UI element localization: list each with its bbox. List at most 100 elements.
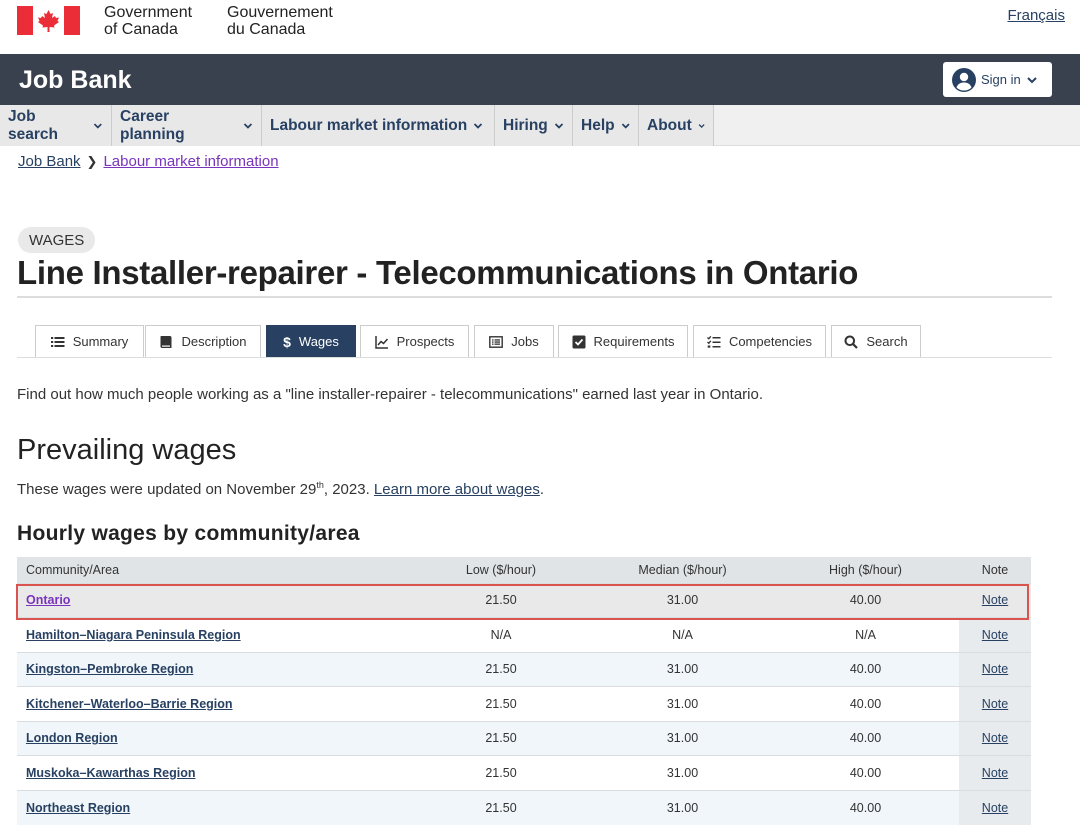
tab-summary[interactable]: Summary (35, 325, 144, 357)
area-cell: Northeast Region (17, 789, 409, 825)
high-cell: 40.00 (772, 582, 959, 618)
median-cell: 31.00 (593, 651, 772, 687)
high-cell: 40.00 (772, 720, 959, 756)
table-row: Northeast Region 21.50 31.00 40.00 Note (17, 789, 1031, 825)
area-link[interactable]: Kitchener–Waterloo–Barrie Region (26, 697, 233, 711)
note-cell: Note (959, 651, 1031, 687)
area-cell: Hamilton–Niagara Peninsula Region (17, 617, 409, 652)
note-cell: Note (959, 582, 1031, 618)
nav-career-planning[interactable]: Career planning (112, 105, 262, 146)
wages-table: Community/Area Low ($/hour) Median ($/ho… (17, 557, 1031, 825)
tab-wages[interactable]: $ Wages (266, 325, 356, 357)
area-link[interactable]: Northeast Region (26, 801, 130, 815)
high-cell: 40.00 (772, 789, 959, 825)
area-link[interactable]: Muskoka–Kawarthas Region (26, 766, 196, 780)
sign-in-label: Sign in (981, 72, 1021, 87)
low-cell: 21.50 (409, 720, 593, 756)
header-median[interactable]: Median ($/hour) (593, 557, 772, 583)
main-nav: Job search Career planning Labour market… (0, 105, 1080, 146)
nav-label: About (647, 116, 692, 134)
updated-end: . (539, 481, 545, 498)
note-link[interactable]: Note (982, 628, 1008, 642)
learn-more-wages-link[interactable]: Learn more about wages (374, 481, 540, 498)
area-link[interactable]: London Region (26, 731, 118, 745)
title-divider (17, 296, 1052, 298)
table-row: London Region 21.50 31.00 40.00 Note (17, 720, 1031, 756)
tab-label: Summary (72, 334, 129, 349)
nav-labour-market-information[interactable]: Labour market information (262, 105, 495, 146)
table-row: Kitchener–Waterloo–Barrie Region 21.50 3… (17, 686, 1031, 721)
tab-jobs[interactable]: Jobs (474, 325, 554, 357)
note-cell: Note (959, 617, 1031, 652)
area-cell: Kingston–Pembroke Region (17, 651, 409, 687)
tab-competencies[interactable]: Competencies (693, 325, 826, 357)
dollar-icon: $ (283, 333, 291, 350)
note-link[interactable]: Note (982, 697, 1008, 711)
chevron-down-icon (474, 122, 483, 129)
nav-job-search[interactable]: Job search (0, 105, 112, 146)
gov-en-wordmark: Government of Canada (104, 4, 193, 38)
tab-requirements[interactable]: Requirements (558, 325, 688, 357)
page-title: Line Installer-repairer - Telecommunicat… (17, 254, 859, 291)
header-high[interactable]: High ($/hour) (772, 557, 959, 583)
nav-about[interactable]: About (639, 105, 714, 146)
nav-label: Labour market information (270, 116, 468, 134)
median-cell: 31.00 (593, 755, 772, 790)
chevron-down-icon (554, 122, 563, 129)
tab-description[interactable]: Description (145, 325, 261, 357)
median-cell: 31.00 (593, 720, 772, 756)
language-toggle-link[interactable]: Français (1007, 7, 1065, 24)
note-link[interactable]: Note (982, 593, 1008, 607)
tab-search[interactable]: Search (831, 325, 921, 357)
header-low[interactable]: Low ($/hour) (409, 557, 593, 583)
median-cell: 31.00 (593, 582, 772, 618)
note-link[interactable]: Note (982, 662, 1008, 676)
low-cell: 21.50 (409, 789, 593, 825)
area-link[interactable]: Kingston–Pembroke Region (26, 662, 193, 676)
nav-label: Help (581, 116, 615, 134)
note-link[interactable]: Note (982, 766, 1008, 780)
nav-hiring[interactable]: Hiring (495, 105, 573, 146)
gov-fr-wordmark: Gouvernement du Canada (227, 4, 333, 38)
checkbox-icon (572, 335, 586, 348)
breadcrumb-labour-market-information[interactable]: Labour market information (103, 153, 278, 170)
jobbank-banner: Job Bank Sign in (0, 54, 1080, 105)
gov-header: Government of Canada Gouvernement du Can… (0, 0, 1080, 54)
nav-help[interactable]: Help (573, 105, 639, 146)
tasks-icon (706, 335, 721, 348)
breadcrumb-job-bank[interactable]: Job Bank (18, 153, 81, 170)
book-icon (160, 335, 172, 348)
list-alt-icon (489, 335, 504, 348)
canada-flag-icon (17, 6, 80, 35)
tab-prospects[interactable]: Prospects (360, 325, 469, 357)
table-title: Hourly wages by community/area (17, 522, 360, 545)
list-icon (50, 336, 65, 347)
profile-tabs: Summary Description $ Wages Prospects Jo… (17, 325, 1052, 358)
tab-label: Competencies (728, 334, 813, 349)
area-link-ontario[interactable]: Ontario (26, 593, 70, 607)
header-community-area[interactable]: Community/Area (17, 557, 409, 583)
area-cell: Muskoka–Kawarthas Region (17, 755, 409, 790)
tab-label: Search (866, 334, 908, 349)
tab-label: Description (181, 334, 247, 349)
tab-label: Wages (298, 334, 339, 349)
median-cell: 31.00 (593, 686, 772, 721)
area-link[interactable]: Hamilton–Niagara Peninsula Region (26, 628, 241, 642)
search-icon (844, 335, 859, 349)
nav-label: Hiring (503, 116, 548, 134)
high-cell: 40.00 (772, 686, 959, 721)
note-cell: Note (959, 686, 1031, 721)
chevron-down-icon (94, 122, 103, 129)
chevron-down-icon (621, 123, 630, 129)
low-cell: N/A (409, 617, 593, 652)
note-link[interactable]: Note (982, 731, 1008, 745)
site-title[interactable]: Job Bank (19, 66, 132, 95)
table-row: Muskoka–Kawarthas Region 21.50 31.00 40.… (17, 755, 1031, 790)
table-row: Hamilton–Niagara Peninsula Region N/A N/… (17, 617, 1031, 652)
nav-label: Job search (8, 107, 58, 143)
updated-note: These wages were updated on November 29t… (17, 480, 544, 498)
updated-year: , 2023. (323, 481, 374, 498)
low-cell: 21.50 (409, 651, 593, 687)
note-link[interactable]: Note (982, 801, 1008, 815)
sign-in-button[interactable]: Sign in (943, 62, 1052, 97)
